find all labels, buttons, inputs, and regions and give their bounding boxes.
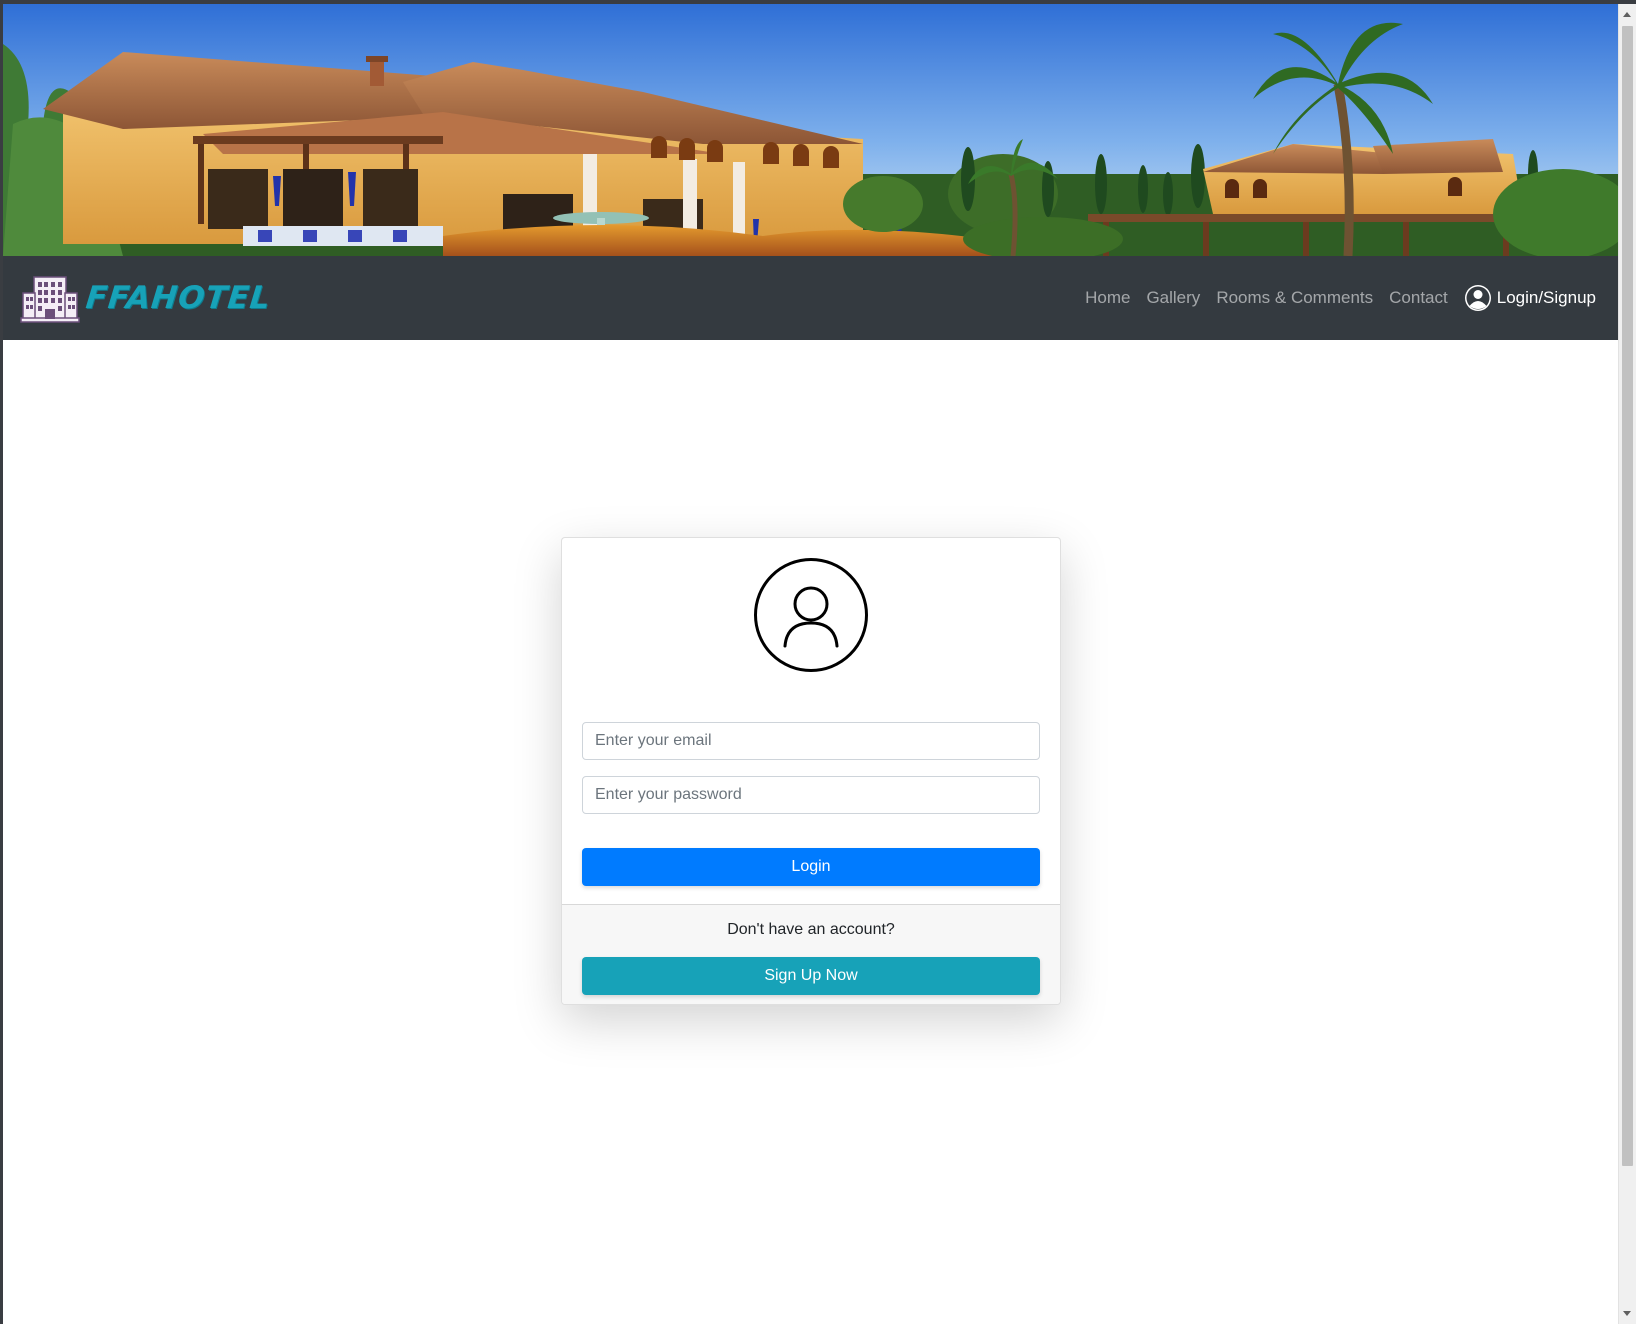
nav-contact[interactable]: Contact — [1381, 288, 1456, 308]
brand-link[interactable]: FFAHOTEL — [20, 273, 273, 323]
scrollbar-thumb[interactable] — [1622, 26, 1633, 1166]
user-circle-icon — [1464, 285, 1491, 311]
nav-home[interactable]: Home — [1077, 288, 1138, 308]
browser-viewport: FFAHOTEL Home Gallery Rooms & Comments C… — [3, 4, 1618, 1324]
nav-rooms-comments[interactable]: Rooms & Comments — [1208, 288, 1381, 308]
no-account-text: Don't have an account? — [727, 921, 895, 938]
login-button[interactable]: Login — [582, 848, 1040, 886]
scroll-down-arrow-icon[interactable] — [1623, 1311, 1631, 1316]
scroll-up-arrow-icon[interactable] — [1623, 12, 1631, 17]
nav-login-signup[interactable]: Login/Signup — [1464, 284, 1596, 312]
nav-gallery[interactable]: Gallery — [1138, 288, 1208, 308]
hotel-banner-image — [3, 4, 1618, 256]
brand-name: FFAHOTEL — [84, 280, 273, 316]
hotel-building-icon — [20, 276, 80, 323]
signup-button[interactable]: Sign Up Now — [582, 957, 1040, 995]
card-footer: Don't have an account? Sign Up Now — [562, 904, 1060, 1004]
password-field[interactable] — [582, 776, 1040, 814]
page-scrollbar[interactable] — [1618, 4, 1636, 1324]
navbar: FFAHOTEL Home Gallery Rooms & Comments C… — [3, 256, 1618, 340]
nav-login-label: Login/Signup — [1496, 288, 1596, 307]
login-card: Login Don't have an account? Sign Up Now — [561, 537, 1061, 1005]
nav-menu: Home Gallery Rooms & Comments Contact Lo… — [1077, 256, 1596, 340]
email-field[interactable] — [582, 722, 1040, 760]
user-avatar-icon — [754, 558, 868, 672]
